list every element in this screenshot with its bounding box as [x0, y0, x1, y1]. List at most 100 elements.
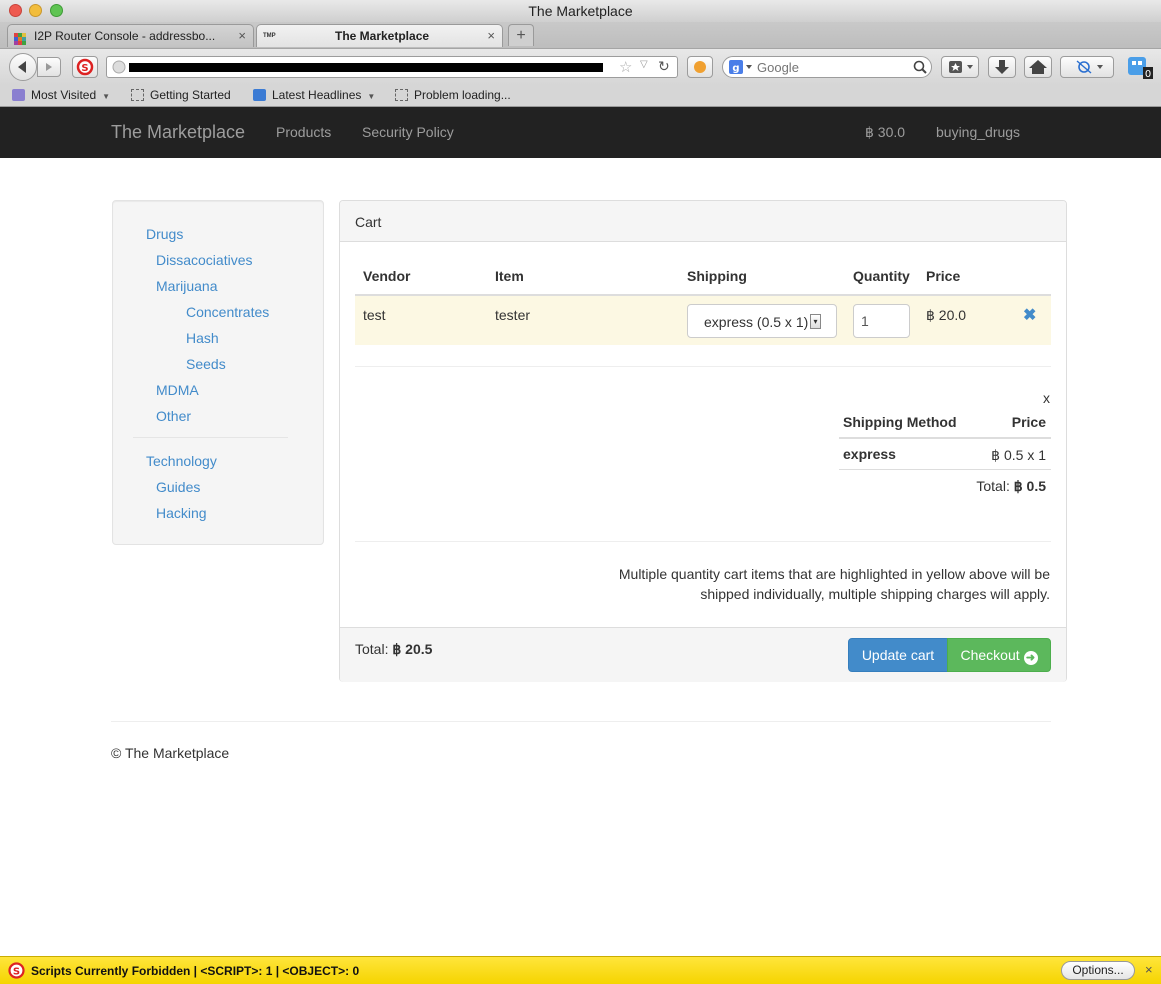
footer-divider [111, 721, 1051, 722]
window-title: The Marketplace [528, 3, 633, 19]
site-identity-icon [112, 60, 126, 74]
update-cart-button[interactable]: Update cart [848, 638, 948, 672]
cart-panel-heading: Cart [340, 201, 1066, 242]
column-header-shipping: Shipping [687, 268, 747, 284]
sidebar-item-marijuana[interactable]: Marijuana [156, 278, 217, 294]
shipping-header-divider [839, 437, 1051, 439]
sidebar-item-other[interactable]: Other [156, 408, 191, 424]
nav-security-policy-link[interactable]: Security Policy [362, 107, 454, 158]
sidebar-item-mdma[interactable]: MDMA [156, 382, 199, 398]
cart-row-vendor: test [363, 307, 386, 323]
noscript-toolbar-button[interactable]: S [72, 56, 98, 78]
noscript-icon: S [76, 58, 94, 76]
cart-total-label: Total: [355, 641, 389, 657]
user-account-link[interactable]: buying_drugs [936, 107, 1020, 158]
cart-total-value: ฿ 20.5 [392, 641, 433, 657]
addon-icon [694, 61, 706, 73]
robot-icon: 0 [1128, 57, 1153, 80]
search-bar[interactable]: g [722, 56, 932, 78]
brand-link[interactable]: The Marketplace [111, 107, 245, 158]
sidebar-item-drugs[interactable]: Drugs [146, 226, 183, 242]
site-navbar: The Marketplace Products Security Policy… [0, 107, 1161, 158]
status-bar-close-icon[interactable]: × [1145, 962, 1153, 977]
marketplace-favicon-icon: TMP [263, 33, 276, 39]
tab-close-icon[interactable]: × [487, 25, 495, 47]
addon-badge-button[interactable]: 0 [1126, 55, 1156, 81]
close-window-button[interactable] [9, 4, 22, 17]
home-icon [1029, 60, 1047, 74]
folder-icon [12, 89, 25, 101]
url-bar[interactable]: ☆ ▽ ↻ [106, 56, 678, 78]
tab-bar: I2P Router Console - addressbo... × TMP … [0, 22, 1161, 49]
zoom-window-button[interactable] [50, 4, 63, 17]
cart-panel: Cart Vendor Item Shipping Quantity Price… [339, 200, 1067, 682]
cart-title: Cart [355, 214, 382, 230]
shipping-notice-line: shipped individually, multiple shipping … [700, 586, 1050, 602]
forward-button[interactable] [37, 57, 61, 77]
shipping-row-divider [839, 469, 1051, 470]
bookmark-label: Latest Headlines [272, 88, 362, 102]
nav-products-link[interactable]: Products [276, 107, 331, 158]
url-dropdown-icon[interactable]: ▽ [640, 59, 648, 70]
sidebar-item-hash[interactable]: Hash [186, 330, 219, 346]
remove-item-icon[interactable]: ✖ [1023, 305, 1036, 325]
i2p-favicon-icon [14, 30, 26, 45]
cart-total: Total: ฿ 20.5 [355, 641, 432, 658]
sidebar-item-guides[interactable]: Guides [156, 479, 200, 495]
sidebar-item-technology[interactable]: Technology [146, 453, 217, 469]
svg-text:S: S [13, 967, 20, 978]
checkout-label: Checkout [960, 647, 1020, 663]
column-header-price: Price [926, 268, 961, 284]
arrow-right-icon: ➜ [1023, 651, 1038, 665]
bookmark-latest-headlines[interactable]: Latest Headlines ▼ [253, 87, 375, 105]
bookmarks-menu-button[interactable] [941, 56, 979, 78]
shipping-method-select[interactable]: express (0.5 x 1) ▾ [687, 304, 837, 338]
column-header-item: Item [495, 268, 524, 284]
noscript-options-button[interactable]: Options... [1061, 961, 1135, 980]
bookmark-problem-loading[interactable]: Problem loading... [395, 87, 511, 103]
noscript-icon: S [8, 962, 25, 979]
bookmark-star-icon[interactable]: ☆ [619, 58, 632, 76]
shipping-price-value: ฿ 0.5 x 1 [991, 447, 1046, 463]
tab-label: The Marketplace [335, 29, 430, 43]
reload-icon[interactable]: ↻ [658, 58, 670, 75]
addon-toolbar-button[interactable] [687, 56, 713, 78]
home-button[interactable] [1024, 56, 1052, 78]
checkout-button[interactable]: Checkout ➜ [947, 638, 1051, 672]
sidebar-item-hacking[interactable]: Hacking [156, 505, 207, 521]
shipping-method-value: express [843, 446, 896, 462]
shipping-method-header: Shipping Method [843, 414, 957, 430]
tab-the-marketplace[interactable]: TMP The Marketplace × [256, 24, 503, 47]
back-button[interactable] [9, 53, 37, 81]
sidebar-item-dissacociatives[interactable]: Dissacociatives [156, 252, 252, 268]
tab-i2p-router-console[interactable]: I2P Router Console - addressbo... × [7, 24, 254, 47]
bookmark-label: Getting Started [150, 88, 231, 102]
search-input[interactable] [757, 59, 907, 75]
quantity-input[interactable] [853, 304, 910, 338]
shipping-selected-value: express (0.5 x 1) [704, 314, 809, 330]
column-header-vendor: Vendor [363, 268, 411, 284]
sidebar-item-concentrates[interactable]: Concentrates [186, 304, 269, 320]
select-dropdown-icon: ▾ [810, 314, 821, 329]
dropdown-arrow-icon: ▼ [102, 92, 111, 101]
tab-label: I2P Router Console - addressbo... [34, 29, 216, 43]
svg-text:S: S [81, 63, 88, 74]
page-icon [395, 89, 408, 101]
bookmark-label: Most Visited [31, 88, 97, 102]
addon-menu-button[interactable] [1060, 56, 1114, 78]
cart-row-item: tester [495, 307, 531, 323]
balance-link[interactable]: ฿ 30.0 [865, 107, 905, 158]
bookmark-getting-started[interactable]: Getting Started [131, 87, 231, 103]
downloads-button[interactable] [988, 56, 1016, 78]
search-icon[interactable] [913, 60, 927, 74]
shipping-summary-close-button[interactable]: x [1043, 390, 1050, 406]
google-engine-icon[interactable]: g [729, 60, 753, 74]
sidebar-item-seeds[interactable]: Seeds [186, 356, 226, 372]
forward-arrow-icon [46, 63, 52, 71]
tab-close-icon[interactable]: × [238, 25, 246, 47]
noscript-status-bar: S Scripts Currently Forbidden | <SCRIPT>… [0, 956, 1161, 984]
minimize-window-button[interactable] [29, 4, 42, 17]
rss-feed-icon [253, 89, 266, 101]
new-tab-button[interactable]: + [508, 24, 534, 46]
bookmark-most-visited[interactable]: Most Visited ▼ [12, 87, 110, 105]
